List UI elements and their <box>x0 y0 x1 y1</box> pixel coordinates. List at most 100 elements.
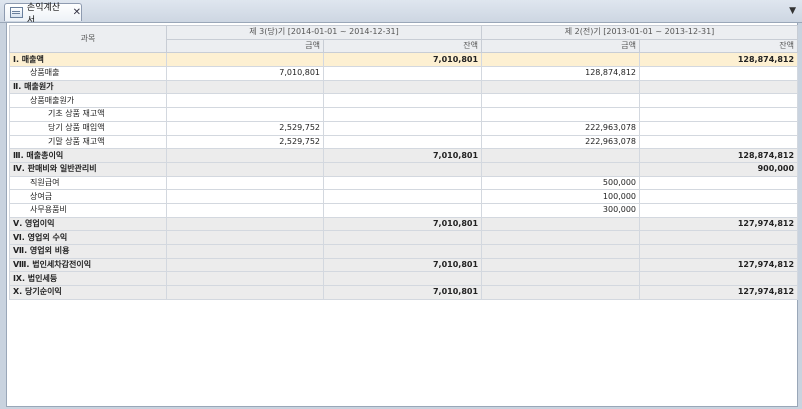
current-balance-cell[interactable] <box>322 79 483 95</box>
previous-amount-cell[interactable] <box>481 216 641 232</box>
current-amount-cell[interactable]: 2,529,752 <box>166 134 324 150</box>
table-row[interactable]: Ⅱ. 매출원가 <box>9 79 799 95</box>
previous-balance-cell[interactable] <box>639 120 799 136</box>
current-balance-cell[interactable] <box>322 271 483 287</box>
previous-balance-cell[interactable] <box>639 107 799 122</box>
previous-balance-cell[interactable]: 127,974,812 <box>639 285 799 300</box>
row-label[interactable]: 상품매출 <box>9 66 167 81</box>
table-row[interactable]: 기초 상품 재고액 <box>9 107 799 122</box>
table-row[interactable]: Ⅳ. 판매비와 일반관리비 900,000 <box>9 161 799 177</box>
row-label[interactable]: 기말 상품 재고액 <box>9 134 167 150</box>
current-balance-cell[interactable] <box>322 66 483 81</box>
table-row[interactable]: Ⅰ. 매출액 7,010,801 128,874,812 <box>9 52 799 68</box>
table-row[interactable]: Ⅶ. 영업외 비용 <box>9 244 799 259</box>
previous-amount-cell[interactable]: 222,963,078 <box>481 134 641 150</box>
tab-income-statement[interactable]: 손익계산서 ✕ <box>4 3 82 26</box>
previous-amount-cell[interactable]: 128,874,812 <box>481 66 641 81</box>
row-label[interactable]: 상여금 <box>9 189 167 204</box>
table-row[interactable]: 당기 상품 매입액 2,529,752 222,963,078 <box>9 120 799 136</box>
previous-amount-cell[interactable] <box>481 52 641 68</box>
table-row[interactable]: 상품매출원가 <box>9 93 799 109</box>
current-balance-cell[interactable] <box>322 202 483 218</box>
previous-balance-cell[interactable] <box>639 175 799 191</box>
previous-amount-cell[interactable] <box>481 285 641 300</box>
previous-balance-cell[interactable] <box>639 230 799 245</box>
current-balance-cell[interactable]: 7,010,801 <box>322 285 483 300</box>
current-balance-cell[interactable]: 7,010,801 <box>322 148 483 163</box>
table-row[interactable]: Ⅷ. 법인세차감전이익 7,010,801 127,974,812 <box>9 257 799 273</box>
current-amount-cell[interactable] <box>166 271 324 287</box>
table-row[interactable]: Ⅴ. 영업이익 7,010,801 127,974,812 <box>9 216 799 232</box>
current-amount-cell[interactable] <box>166 230 324 245</box>
previous-balance-cell[interactable]: 128,874,812 <box>639 52 799 68</box>
table-row[interactable]: 상여금 100,000 <box>9 189 799 204</box>
row-label[interactable]: Ⅵ. 영업외 수익 <box>9 230 167 245</box>
row-label[interactable]: Ⅴ. 영업이익 <box>9 216 167 232</box>
previous-amount-cell[interactable] <box>481 271 641 287</box>
current-balance-cell[interactable] <box>322 244 483 259</box>
current-amount-cell[interactable] <box>166 52 324 68</box>
current-amount-cell[interactable] <box>166 202 324 218</box>
table-row[interactable]: Ⅲ. 매출총이익 7,010,801 128,874,812 <box>9 148 799 163</box>
previous-amount-cell[interactable] <box>481 257 641 273</box>
previous-balance-cell[interactable] <box>639 189 799 204</box>
current-balance-cell[interactable] <box>322 134 483 150</box>
current-balance-cell[interactable]: 7,010,801 <box>322 52 483 68</box>
current-amount-cell[interactable] <box>166 189 324 204</box>
row-label[interactable]: Ⅳ. 판매비와 일반관리비 <box>9 161 167 177</box>
current-amount-cell[interactable] <box>166 148 324 163</box>
row-label[interactable]: 기초 상품 재고액 <box>9 107 167 122</box>
current-balance-cell[interactable] <box>322 161 483 177</box>
table-row[interactable]: Ⅵ. 영업외 수익 <box>9 230 799 245</box>
table-row[interactable]: 기말 상품 재고액 2,529,752 222,963,078 <box>9 134 799 150</box>
previous-amount-cell[interactable] <box>481 79 641 95</box>
current-amount-cell[interactable] <box>166 93 324 109</box>
previous-balance-cell[interactable] <box>639 244 799 259</box>
previous-amount-cell[interactable]: 222,963,078 <box>481 120 641 136</box>
previous-balance-cell[interactable] <box>639 271 799 287</box>
current-amount-cell[interactable]: 2,529,752 <box>166 120 324 136</box>
current-balance-cell[interactable]: 7,010,801 <box>322 257 483 273</box>
current-amount-cell[interactable] <box>166 107 324 122</box>
previous-amount-cell[interactable] <box>481 161 641 177</box>
previous-amount-cell[interactable] <box>481 244 641 259</box>
table-row[interactable]: 사무용품비 300,000 <box>9 202 799 218</box>
close-icon[interactable]: ✕ <box>73 7 81 18</box>
current-balance-cell[interactable]: 7,010,801 <box>322 216 483 232</box>
previous-balance-cell[interactable]: 127,974,812 <box>639 257 799 273</box>
current-balance-cell[interactable] <box>322 175 483 191</box>
previous-amount-cell[interactable] <box>481 93 641 109</box>
table-row[interactable]: Ⅹ. 당기순이익 7,010,801 127,974,812 <box>9 285 799 300</box>
current-amount-cell[interactable] <box>166 244 324 259</box>
previous-balance-cell[interactable] <box>639 66 799 81</box>
previous-balance-cell[interactable] <box>639 202 799 218</box>
row-label[interactable]: Ⅰ. 매출액 <box>9 52 167 68</box>
current-balance-cell[interactable] <box>322 93 483 109</box>
current-balance-cell[interactable] <box>322 230 483 245</box>
previous-balance-cell[interactable] <box>639 93 799 109</box>
previous-amount-cell[interactable] <box>481 107 641 122</box>
previous-balance-cell[interactable] <box>639 134 799 150</box>
row-label[interactable]: 사무용품비 <box>9 202 167 218</box>
current-amount-cell[interactable] <box>166 161 324 177</box>
row-label[interactable]: 당기 상품 매입액 <box>9 120 167 136</box>
current-amount-cell[interactable] <box>166 257 324 273</box>
row-label[interactable]: Ⅸ. 법인세등 <box>9 271 167 287</box>
current-amount-cell[interactable] <box>166 79 324 95</box>
previous-amount-cell[interactable] <box>481 230 641 245</box>
previous-amount-cell[interactable]: 100,000 <box>481 189 641 204</box>
table-row[interactable]: 상품매출 7,010,801 128,874,812 <box>9 66 799 81</box>
row-label[interactable]: 직원급여 <box>9 175 167 191</box>
previous-balance-cell[interactable]: 900,000 <box>639 161 799 177</box>
row-label[interactable]: Ⅲ. 매출총이익 <box>9 148 167 163</box>
previous-amount-cell[interactable] <box>481 148 641 163</box>
row-label[interactable]: Ⅷ. 법인세차감전이익 <box>9 257 167 273</box>
previous-amount-cell[interactable]: 300,000 <box>481 202 641 218</box>
table-row[interactable]: Ⅸ. 법인세등 <box>9 271 799 287</box>
row-label[interactable]: 상품매출원가 <box>9 93 167 109</box>
current-amount-cell[interactable] <box>166 285 324 300</box>
current-balance-cell[interactable] <box>322 120 483 136</box>
table-row[interactable]: 직원급여 500,000 <box>9 175 799 191</box>
previous-balance-cell[interactable]: 127,974,812 <box>639 216 799 232</box>
current-amount-cell[interactable] <box>166 175 324 191</box>
